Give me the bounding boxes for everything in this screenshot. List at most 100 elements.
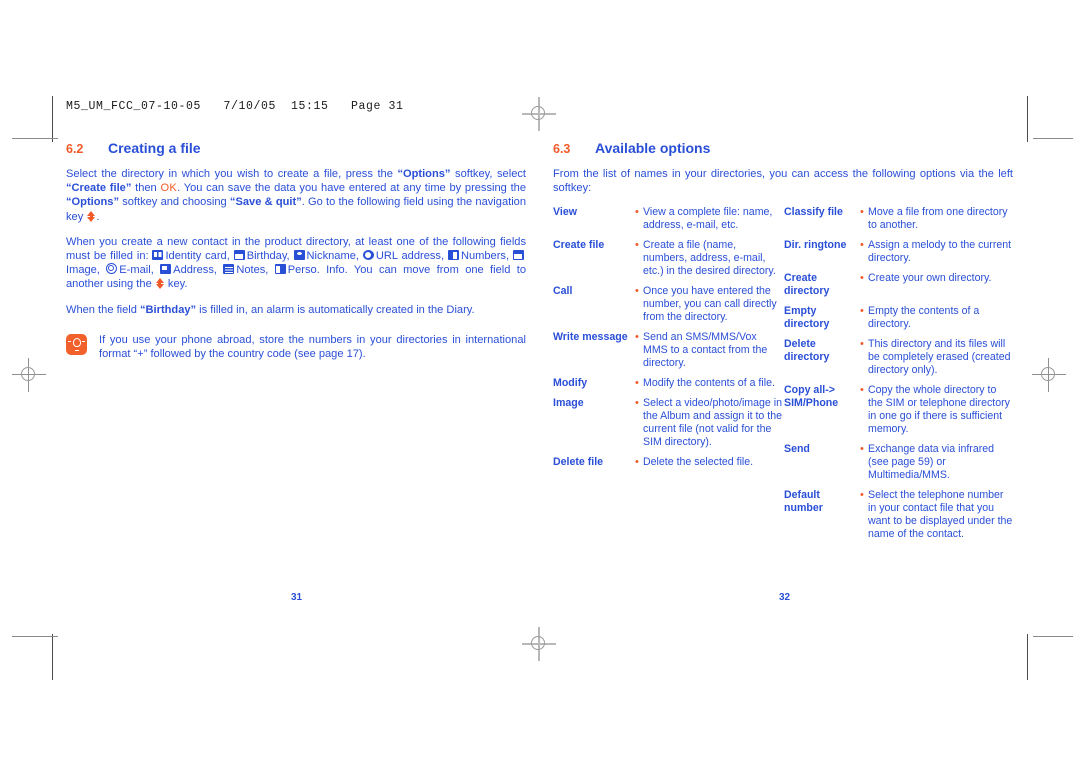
save-quit-menu-label: “Save & quit” <box>229 196 302 209</box>
option-definition: Create your own directory. <box>868 272 992 285</box>
option-row: View • View a complete file: name, address… <box>553 206 782 232</box>
option-row: Dir. ringtone • Assign a melody to the cur… <box>784 239 1013 265</box>
ok-key-label: OK <box>160 182 178 195</box>
page-number-left: 31 <box>291 592 303 603</box>
option-term: Create directory <box>784 272 830 298</box>
paragraph-required-fields: When you create a new contact in the pro… <box>66 235 526 292</box>
option-row: Delete directory • This directory and its … <box>784 338 1013 377</box>
email-icon <box>106 263 118 275</box>
text-fragment: then <box>131 182 161 195</box>
section-title: Available options <box>595 140 711 156</box>
section-number: 6.2 <box>66 142 84 156</box>
option-definition: Modify the contents of a file. <box>643 377 775 390</box>
tip-callout: If you use your phone abroad, store the … <box>66 333 526 361</box>
option-bullet: • <box>860 206 864 219</box>
registration-mark-bottom <box>522 627 556 661</box>
option-bullet: • <box>860 338 864 351</box>
notes-icon <box>223 264 235 275</box>
text-fragment: key. <box>164 278 188 291</box>
option-row: Copy all-> SIM/Phone • Copy the whole dire… <box>784 384 1013 436</box>
section-title: Creating a file <box>108 140 201 156</box>
option-bullet: • <box>860 272 864 285</box>
option-row: Modify • Modify the contents of a file. <box>553 377 782 390</box>
option-definition: This directory and its files will be com… <box>868 338 1011 377</box>
option-row: Delete file • Delete the selected file. <box>553 456 782 469</box>
option-definition: Assign a melody to the current directory… <box>868 239 1012 265</box>
field-label-numbers: Numbers, <box>460 250 510 263</box>
registration-mark-left <box>12 358 46 392</box>
option-row: Default number • Select the telephone numb… <box>784 489 1013 541</box>
field-label-perso-info: Perso. Info. <box>287 264 348 277</box>
numbers-icon <box>447 250 459 261</box>
option-bullet: • <box>635 397 639 410</box>
options-softkey-label-2: “Options” <box>66 196 119 209</box>
image-icon <box>512 250 524 261</box>
option-bullet: • <box>635 206 639 219</box>
option-bullet: • <box>635 456 639 469</box>
paragraph-create-file-steps: Select the directory in which you wish t… <box>66 167 526 224</box>
crop-mark-bottom-right-horizontal <box>1033 636 1073 637</box>
option-definition: Delete the selected file. <box>643 456 754 469</box>
option-definition: Empty the contents of a directory. <box>868 305 980 331</box>
navigation-key-icon <box>87 210 96 222</box>
field-label-nickname: Nickname, <box>306 250 359 263</box>
crop-mark-top-right-vertical <box>1027 96 1028 142</box>
nickname-icon <box>293 250 305 261</box>
option-row: Image • Select a video/photo/image in the … <box>553 397 782 449</box>
option-term: Empty directory <box>784 305 830 331</box>
options-softkey-label: “Options” <box>397 168 451 180</box>
option-definition: Exchange data via infrared (see page 59)… <box>868 443 995 482</box>
section-heading-6-3: 6.3 Available options <box>553 140 1013 156</box>
field-label-notes: Notes, <box>236 264 269 277</box>
option-term: Image <box>553 397 584 410</box>
option-definition: Move a file from one directory to anothe… <box>868 206 1008 232</box>
registration-mark-right <box>1032 358 1066 392</box>
option-bullet: • <box>860 443 864 456</box>
option-term: Classify file <box>784 206 843 219</box>
option-definition: Once you have entered the number, you ca… <box>643 285 777 324</box>
text-fragment: softkey and choosing <box>119 196 230 209</box>
page-number-right: 32 <box>779 592 791 603</box>
option-definition: Select the telephone number in your cont… <box>868 489 1013 541</box>
crop-mark-bottom-left-horizontal <box>12 636 58 637</box>
option-term: Create file <box>553 239 605 252</box>
tip-bulb-icon <box>66 333 87 355</box>
page-left: 6.2 Creating a file Select the directory… <box>66 140 526 361</box>
url-icon <box>362 250 374 261</box>
options-column-left: View • View a complete file: name, address… <box>553 206 782 548</box>
prepress-slug: M5_UM_FCC_07-10-05 7/10/05 15:15 Page 31 <box>66 100 404 113</box>
option-term: Call <box>553 285 573 298</box>
option-bullet: • <box>860 239 864 252</box>
option-term: Dir. ringtone <box>784 239 847 252</box>
option-term: Copy all-> SIM/Phone <box>784 384 839 410</box>
option-term: Default number <box>784 489 823 515</box>
option-bullet: • <box>635 331 639 344</box>
field-label-birthday: Birthday, <box>246 250 290 263</box>
option-definition: Send an SMS/MMS/Vox MMS to a contact fro… <box>643 331 768 370</box>
text-fragment: Select the directory in which you wish t… <box>66 168 398 180</box>
option-definition: Select a video/photo/image in the Album … <box>643 397 782 449</box>
options-column-right: Classify file • Move a file from one direc… <box>784 206 1013 548</box>
text-fragment: is filled in, an alarm is automatically … <box>196 303 475 316</box>
navigation-key-icon-2 <box>155 278 164 290</box>
option-row: Create directory • Create your own directo… <box>784 272 1013 298</box>
text-fragment: softkey, select <box>450 168 526 180</box>
paragraph-birthday-alarm: When the field “Birthday” is filled in, … <box>66 303 526 317</box>
perso-info-icon <box>274 264 286 275</box>
paragraph-available-options-intro: From the list of names in your directori… <box>553 168 1013 195</box>
option-term: Delete directory <box>784 338 830 364</box>
option-bullet: • <box>635 377 639 390</box>
option-bullet: • <box>860 489 864 502</box>
crop-mark-top-right-horizontal <box>1033 138 1073 139</box>
field-label-url-address: URL address, <box>375 250 445 263</box>
option-bullet: • <box>860 305 864 318</box>
crop-mark-bottom-left-vertical <box>52 634 53 680</box>
registration-mark-top <box>522 97 556 131</box>
option-row: Create file • Create a file (name, numbers… <box>553 239 782 278</box>
crop-mark-top-left-vertical <box>52 96 53 142</box>
option-term: Send <box>784 443 810 456</box>
option-definition: Copy the whole directory to the SIM or t… <box>868 384 1010 436</box>
text-fragment: . You can save the data you have entered… <box>177 182 526 195</box>
option-row: Classify file • Move a file from one direc… <box>784 206 1013 232</box>
option-row: Write message • Send an SMS/MMS/Vox MMS to… <box>553 331 782 370</box>
